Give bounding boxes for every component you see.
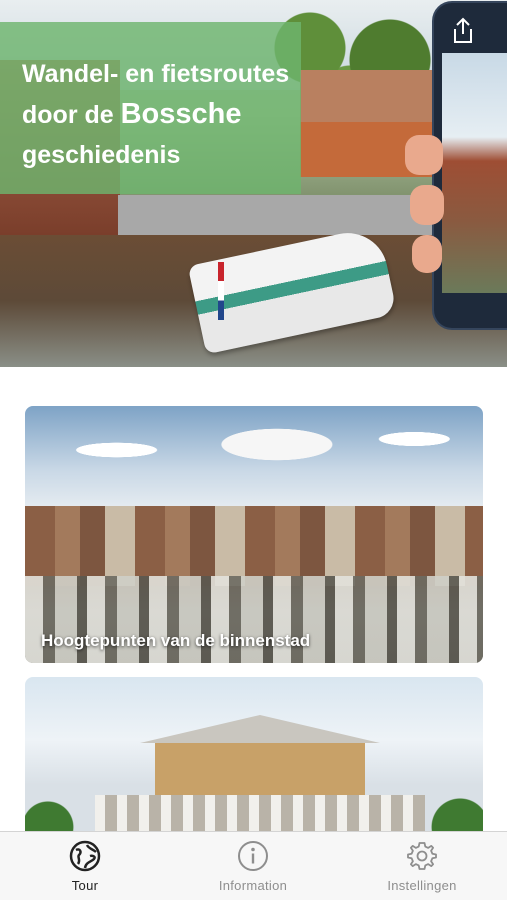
tour-card-title: Hoogtepunten van de binnenstad: [41, 631, 311, 650]
finger: [410, 185, 444, 225]
tab-instellingen-label: Instellingen: [387, 878, 457, 893]
banner-line-3: geschiedenis: [22, 141, 181, 169]
tab-tour-label: Tour: [71, 878, 99, 893]
gear-icon: [406, 840, 438, 872]
hero-banner: Wandel- en fietsroutes door de Bossche g…: [0, 22, 301, 194]
banner-line-2-emphasis: Bossche: [120, 98, 242, 130]
tour-globe-icon: [69, 840, 101, 872]
info-icon: [237, 840, 269, 872]
hero-image: Wandel- en fietsroutes door de Bossche g…: [0, 0, 507, 367]
phone-screen: [442, 53, 507, 293]
tab-instellingen[interactable]: Instellingen: [362, 840, 482, 893]
share-icon[interactable]: [450, 17, 476, 45]
finger: [405, 135, 443, 175]
tab-information[interactable]: Information: [193, 840, 313, 893]
phone-illustration: [434, 3, 507, 328]
dutch-flag: [218, 262, 224, 320]
tab-bar: Tour Information Instellingen: [0, 831, 507, 900]
tour-card-highlights[interactable]: Hoogtepunten van de binnenstad: [25, 406, 483, 663]
finger: [412, 235, 442, 273]
tab-information-label: Information: [218, 878, 288, 893]
tab-tour[interactable]: Tour: [25, 840, 145, 893]
banner-line-1: Wandel- en fietsroutes: [22, 60, 290, 88]
tour-card-theatre[interactable]: [25, 677, 483, 857]
banner-line-2: door de: [22, 101, 121, 129]
